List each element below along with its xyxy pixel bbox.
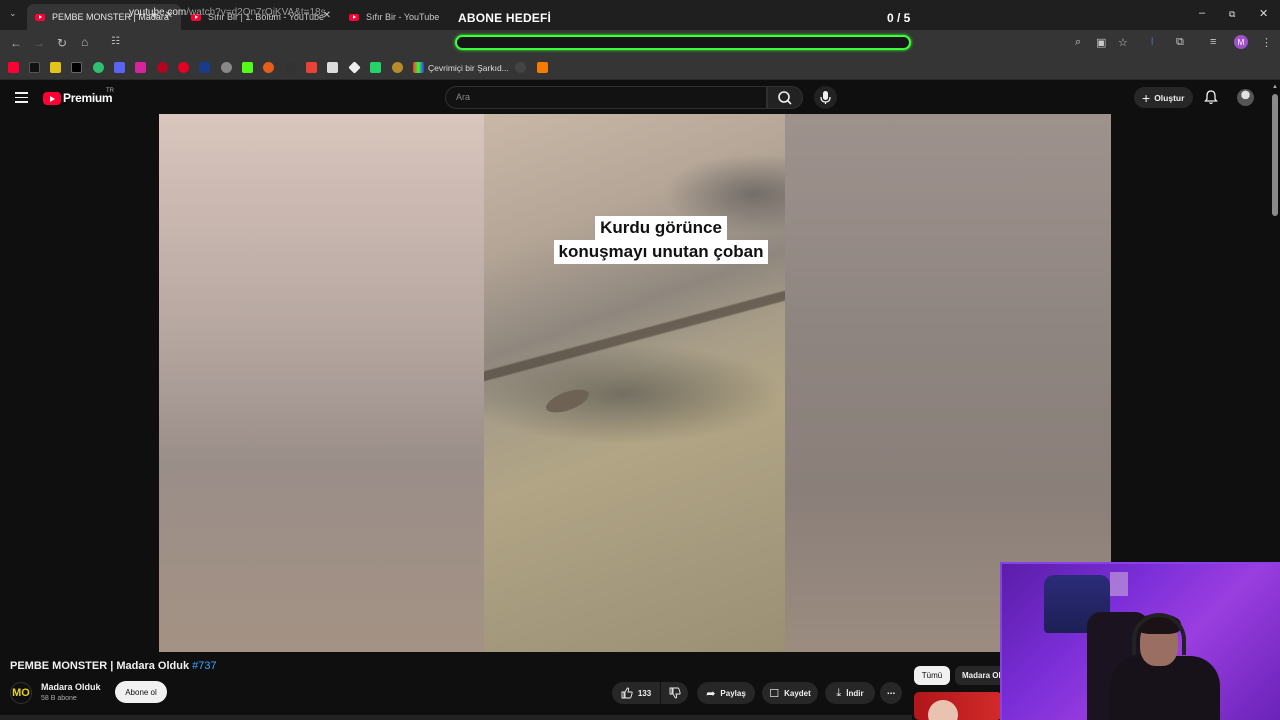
cast-icon[interactable]: ▣ bbox=[1096, 36, 1106, 49]
url-host: youtube.com bbox=[129, 7, 187, 18]
microphone-icon bbox=[820, 91, 831, 104]
search-icon bbox=[778, 91, 792, 105]
filter-chip-all[interactable]: Tümü bbox=[914, 666, 950, 685]
bookmark-spotify-icon[interactable] bbox=[93, 62, 104, 73]
bookmark-music-icon[interactable] bbox=[413, 62, 424, 73]
video-hashtag[interactable]: #737 bbox=[192, 660, 216, 672]
restore-icon[interactable]: ⧉ bbox=[1229, 9, 1235, 20]
caption-line-1: Kurdu görünce bbox=[595, 216, 727, 240]
more-dots-icon: ⋯ bbox=[887, 688, 895, 698]
bookmark-whatsapp-icon[interactable] bbox=[370, 62, 381, 73]
video-title-text: PEMBE MONSTER | Madara Olduk bbox=[10, 660, 190, 672]
reading-list-icon[interactable]: ≡ bbox=[1210, 36, 1216, 48]
page-scrollbar-thumb[interactable] bbox=[1272, 94, 1278, 216]
bookmark-game-icon[interactable] bbox=[392, 62, 403, 73]
bookmark-discord-icon[interactable] bbox=[114, 62, 125, 73]
bookmark-orange-icon[interactable] bbox=[263, 62, 274, 73]
save-button[interactable]: ☐ Kaydet bbox=[762, 682, 818, 704]
bookmark-s-icon[interactable] bbox=[50, 62, 61, 73]
channel-subscriber-count: 58 B abone bbox=[41, 695, 77, 702]
channel-avatar[interactable]: MO bbox=[10, 682, 32, 704]
save-label: Kaydet bbox=[784, 688, 811, 698]
reload-icon[interactable]: ↻ bbox=[57, 36, 67, 50]
bookmark-kick-icon[interactable] bbox=[242, 62, 253, 73]
dislike-button[interactable] bbox=[661, 682, 688, 704]
create-button[interactable]: + Oluştur bbox=[1134, 87, 1193, 108]
share-button[interactable]: ➦︎ Paylaş bbox=[697, 682, 755, 704]
forward-icon[interactable]: → bbox=[33, 36, 45, 50]
like-button[interactable]: 133 bbox=[612, 682, 660, 704]
tab-title: Sıfır Bir - YouTube bbox=[366, 12, 440, 22]
description-box-edge bbox=[0, 715, 912, 720]
bookmark-star-icon[interactable]: ☆ bbox=[1118, 36, 1128, 49]
voice-search-button[interactable] bbox=[814, 86, 837, 109]
subscriber-goal-progress-bar bbox=[455, 35, 911, 50]
bookmark-dark-icon[interactable] bbox=[515, 62, 526, 73]
caption-line-2: konuşmayı unutan çoban bbox=[553, 240, 769, 264]
recommended-video-thumbnail[interactable] bbox=[914, 692, 1002, 720]
more-actions-button[interactable]: ⋯ bbox=[880, 682, 902, 704]
close-window-icon[interactable]: ✕ bbox=[1259, 7, 1268, 20]
zoom-icon[interactable]: ⌕ bbox=[1075, 36, 1081, 49]
search-input[interactable] bbox=[456, 89, 756, 105]
youtube-favicon-icon bbox=[35, 13, 45, 21]
download-icon: ⤓ bbox=[836, 686, 842, 699]
browser-menu-icon[interactable]: ⋮ bbox=[1261, 36, 1272, 49]
subscribe-button[interactable]: Abone ol bbox=[115, 681, 167, 703]
share-arrow-icon: ➦︎ bbox=[706, 687, 716, 700]
plus-icon: + bbox=[1142, 89, 1151, 106]
thumbs-up-icon bbox=[621, 687, 633, 699]
home-icon[interactable]: ⌂ bbox=[81, 35, 88, 49]
extensions-puzzle-icon[interactable]: ⧉ bbox=[1176, 36, 1184, 49]
video-title: PEMBE MONSTER | Madara Olduk #737 bbox=[10, 660, 217, 672]
youtube-favicon-icon bbox=[349, 13, 359, 21]
video-blur-left bbox=[159, 114, 484, 652]
bookmark-pinterest-icon[interactable] bbox=[178, 62, 189, 73]
back-icon[interactable]: ← bbox=[10, 36, 22, 50]
scroll-up-icon[interactable]: ▲ bbox=[1272, 84, 1278, 90]
subscriber-goal-count: 0 / 5 bbox=[887, 11, 911, 25]
filter-chip-channel[interactable]: Madara Olduk bbox=[955, 666, 1005, 685]
bookmark-tiktok-icon[interactable] bbox=[29, 62, 40, 73]
bookmark-sound-icon[interactable] bbox=[537, 62, 548, 73]
site-info-icon[interactable]: ☷ bbox=[111, 36, 120, 47]
tab-search-chevron-icon[interactable]: ⌄ bbox=[9, 8, 17, 19]
like-count: 133 bbox=[637, 688, 652, 698]
subscriber-goal-title: ABONE HEDEFİ bbox=[458, 11, 552, 25]
address-bar[interactable]: youtube.com/watch?v=d2Qn7rQjKVA&t=18s bbox=[129, 7, 326, 18]
video-caption: Kurdu görünce konuşmayı unutan çoban bbox=[546, 216, 776, 264]
bookmark-youtube-icon[interactable] bbox=[8, 62, 19, 73]
browser-profile-avatar[interactable]: M bbox=[1234, 35, 1248, 49]
bookmark-user-icon[interactable] bbox=[327, 62, 338, 73]
thumbs-down-icon bbox=[669, 687, 681, 699]
bookmark-instagram-icon[interactable] bbox=[135, 62, 146, 73]
bookmark-icon: ☐ bbox=[769, 687, 780, 700]
bookmarks-bar bbox=[0, 56, 1280, 80]
webcam-poster bbox=[1110, 572, 1128, 596]
bookmark-gmail-icon[interactable] bbox=[306, 62, 317, 73]
tab-sifir-bir[interactable]: Sıfır Bir - YouTube bbox=[341, 4, 449, 30]
download-button[interactable]: ⤓ İndir bbox=[825, 682, 875, 704]
bookmark-online-song-label[interactable]: Çevrimiçi bir Şarkıd... bbox=[428, 63, 509, 73]
guide-menu-icon[interactable] bbox=[15, 92, 28, 106]
bookmark-slash-icon[interactable] bbox=[285, 62, 296, 73]
search-button[interactable] bbox=[767, 86, 803, 109]
user-avatar[interactable] bbox=[1237, 89, 1254, 106]
country-code: TR bbox=[106, 88, 114, 94]
download-label: İndir bbox=[846, 688, 864, 698]
extension-wave-icon[interactable]: ⧙ bbox=[1151, 36, 1153, 49]
bookmark-prime-icon[interactable] bbox=[199, 62, 210, 73]
channel-name[interactable]: Madara Olduk bbox=[41, 682, 101, 692]
notifications-bell-icon[interactable] bbox=[1204, 90, 1218, 110]
create-label: Oluştur bbox=[1154, 92, 1185, 103]
video-ridge bbox=[484, 290, 785, 410]
url-path: /watch?v=d2Qn7rQjKVA&t=18s bbox=[186, 7, 326, 18]
bookmark-netflix-icon[interactable] bbox=[157, 62, 168, 73]
youtube-premium-brand[interactable]: Premium bbox=[63, 91, 113, 105]
bookmark-circle-icon[interactable] bbox=[221, 62, 232, 73]
share-label: Paylaş bbox=[720, 688, 746, 698]
minimize-icon[interactable]: – bbox=[1199, 7, 1205, 19]
bookmark-x-icon[interactable] bbox=[71, 62, 82, 73]
youtube-logo-icon[interactable] bbox=[43, 92, 61, 105]
